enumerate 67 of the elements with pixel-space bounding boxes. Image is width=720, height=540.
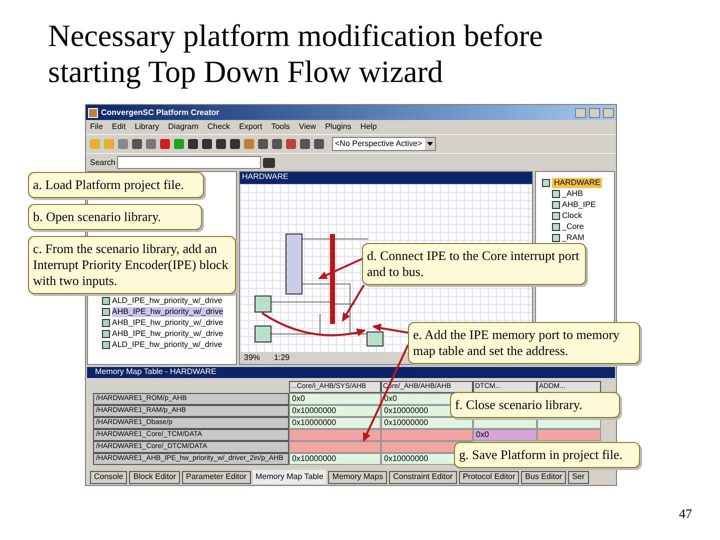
maximize-icon[interactable]	[589, 108, 600, 118]
cursor-position: 1:29	[274, 353, 290, 363]
core-block	[286, 234, 302, 294]
menu-item[interactable]: Plugins	[325, 122, 352, 132]
callout: a. Load Platform project file.	[28, 172, 204, 198]
folder-icon	[542, 179, 550, 187]
table-cell: 0x10000000	[381, 417, 473, 429]
scenario-entry[interactable]: ALD_IPE_hw_priority_w/_drive	[112, 340, 222, 350]
caret-icon	[425, 138, 435, 150]
tree-item[interactable]: _AHB	[562, 188, 583, 198]
canvas-title: HARDWARE	[240, 172, 532, 184]
panel-tab[interactable]: Memory Maps	[328, 470, 388, 484]
panel-tab[interactable]: Memory Map Table	[252, 470, 326, 484]
menu-item[interactable]: Diagram	[168, 122, 198, 132]
slide-title: Necessary platform modification before	[48, 18, 543, 54]
callout-arrow	[318, 257, 364, 279]
panel-tab[interactable]: Constraint Editor	[389, 470, 457, 484]
app-icon	[88, 108, 98, 118]
tree-item[interactable]: Clock	[562, 210, 582, 220]
panel-tab[interactable]: Protocol Editor	[458, 470, 520, 484]
page-number: 47	[679, 505, 692, 523]
tree-item[interactable]: HARDWARE	[552, 178, 602, 188]
tree-item[interactable]: _RAM	[562, 232, 584, 242]
scenario-entry[interactable]: ALD_IPE_hw_priority_w/_drive	[112, 296, 222, 306]
tree-item[interactable]: AHB_IPE	[562, 200, 596, 210]
callout: d. Connect IPE to the Core interrupt port and to bus.	[362, 243, 586, 285]
menu-item[interactable]: Library	[134, 122, 160, 132]
panel-tab[interactable]: Block Editor	[129, 470, 180, 484]
scenario-entry[interactable]: AHB_IPE_hw_priority_w/_drive	[112, 328, 224, 338]
binoculars-icon[interactable]	[263, 158, 276, 168]
window-title: ConvergenSC Platform Creator	[101, 108, 220, 118]
minimize-icon[interactable]	[575, 108, 586, 118]
table-cell: 0x10000000	[289, 405, 381, 417]
menu-item[interactable]: File	[90, 122, 103, 132]
panel-title: Memory Map Table - HARDWARE	[87, 367, 615, 378]
menu-item[interactable]: Edit	[112, 122, 126, 132]
perspective-dropdown[interactable]: <No Perspective Active>	[332, 137, 436, 151]
callout: f. Close scenario library.	[450, 392, 620, 418]
tree-item[interactable]: _Core	[562, 222, 584, 232]
slide-title: starting Top Down Flow wizard	[48, 54, 444, 90]
search-label: Search	[90, 158, 116, 168]
table-cell: 0x0	[289, 393, 381, 405]
menu-item[interactable]: Help	[360, 122, 377, 132]
diagram-block	[254, 326, 272, 342]
diagram-block	[366, 332, 384, 346]
callout: g. Save Platform in project file.	[454, 442, 640, 468]
callout-arrow	[372, 324, 410, 334]
search-field[interactable]	[117, 156, 262, 169]
scenario-entry[interactable]: AHB_IPE_hw_priority_w/_drive	[112, 306, 224, 316]
table-cell: 0x10000000	[289, 417, 381, 429]
panel-tab[interactable]: Bus Editor	[521, 470, 566, 484]
panel-tab[interactable]: Console	[90, 470, 128, 484]
callout: b. Open scenario library.	[28, 204, 202, 230]
panel-tab[interactable]: Parameter Editor	[182, 470, 251, 484]
close-icon[interactable]	[603, 108, 614, 118]
table-cell: 0x0	[473, 429, 537, 441]
callout: c. From the scenario library, add an Interrupt Priority Encoder(IPE) block with two inputs.	[28, 236, 236, 294]
panel-tab[interactable]: Ser	[568, 470, 589, 484]
menu-item[interactable]: Tools	[271, 122, 290, 132]
menu-item[interactable]: Check	[207, 122, 230, 132]
menu-item[interactable]: Export	[239, 122, 262, 132]
callout: e. Add the IPE memory port to memory map table and set the address.	[408, 322, 640, 364]
zoom-level: 39%	[244, 353, 260, 363]
menu-item[interactable]: View	[298, 122, 316, 132]
diagram-block	[254, 296, 272, 312]
scenario-entry[interactable]: AHB_IPE_hw_priority_w/_drive	[112, 318, 224, 328]
table-cell: 0x10000000	[289, 453, 381, 465]
